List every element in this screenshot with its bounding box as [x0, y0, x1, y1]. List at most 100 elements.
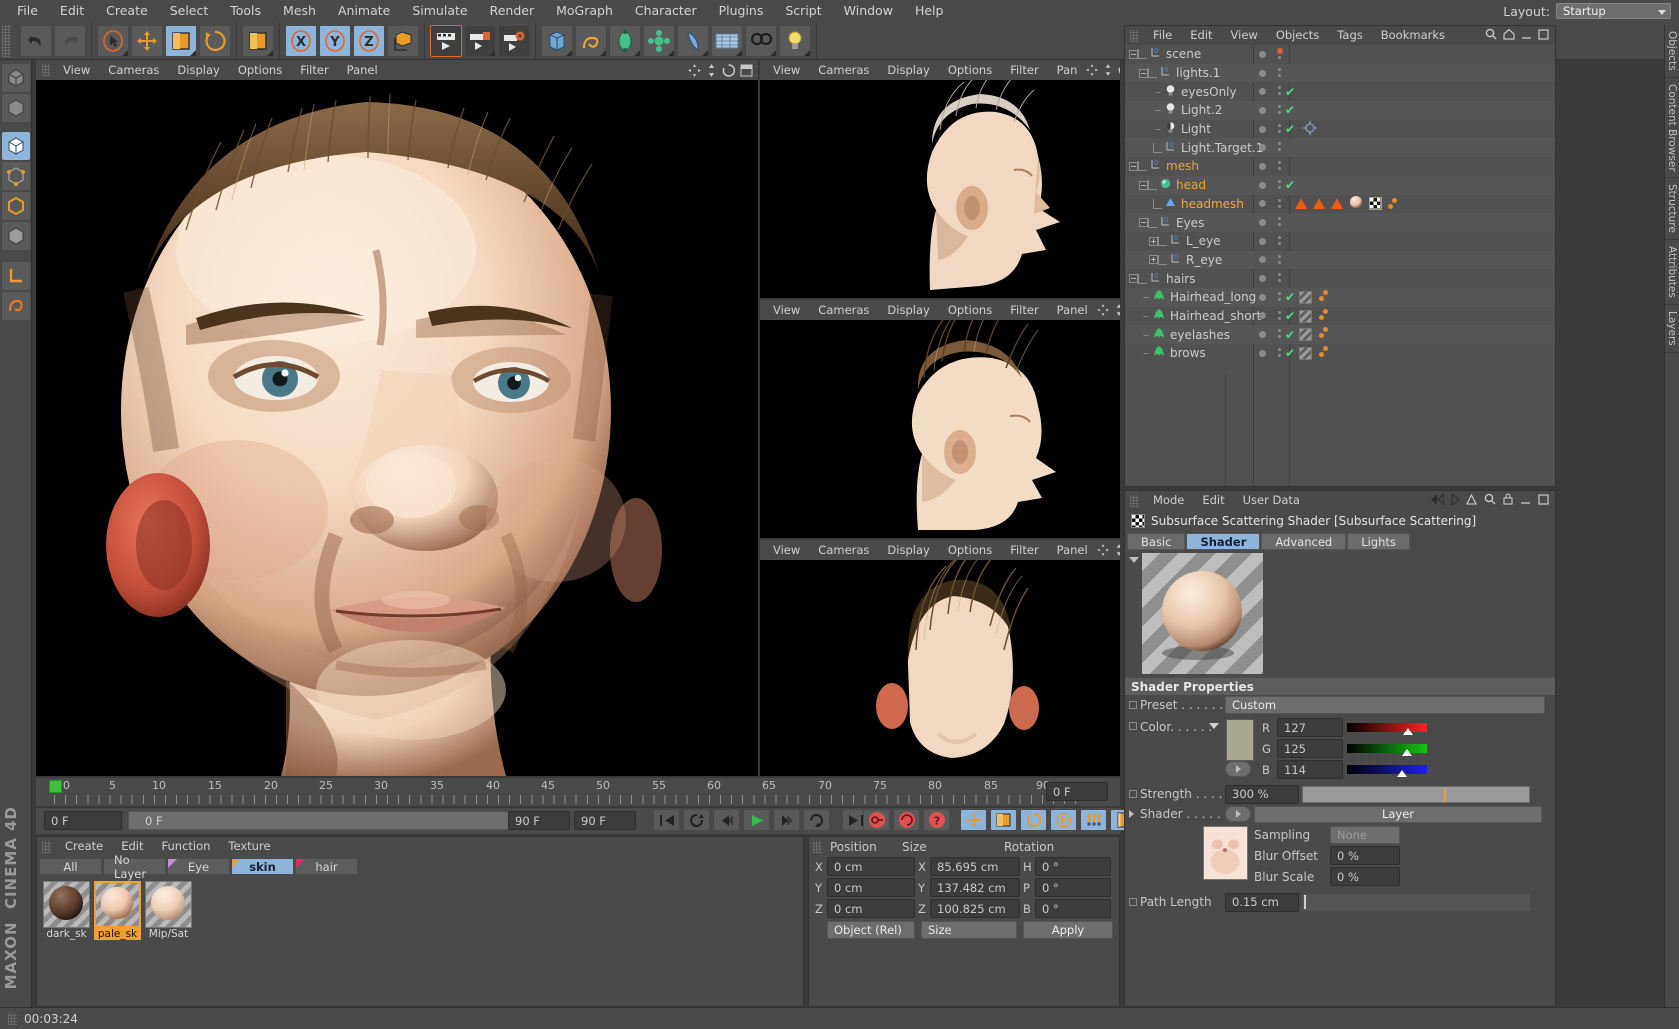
shader-menu-button[interactable]	[1225, 806, 1251, 822]
enabled-check-icon[interactable]: ✔	[1285, 103, 1295, 117]
rotate-view-icon[interactable]	[722, 64, 735, 77]
menu-file[interactable]: File	[6, 0, 49, 22]
visibility-editor-dot[interactable]	[1259, 126, 1266, 133]
blur-offset-field[interactable]: 0 %	[1330, 846, 1400, 865]
coordinate-manager-grip[interactable]	[813, 841, 822, 853]
render-region-button[interactable]	[464, 25, 496, 57]
hair-material-tag-icon[interactable]	[1299, 328, 1312, 341]
enabled-check-icon[interactable]: ✔	[1285, 178, 1295, 192]
expand-toggle-icon[interactable]: −	[1129, 50, 1138, 59]
tab-lights[interactable]: Lights	[1347, 533, 1410, 550]
vtab-attributes[interactable]: Attributes	[1665, 240, 1679, 305]
menu-create[interactable]: Create	[95, 0, 159, 22]
color-b-slider[interactable]	[1347, 765, 1427, 774]
visibility-render-dot[interactable]	[1277, 48, 1283, 54]
vp4-menu-panel[interactable]: Panel	[1048, 540, 1097, 560]
vp3-menu-filter[interactable]: Filter	[1001, 300, 1047, 320]
lock-x-axis-button[interactable]: X	[285, 25, 317, 57]
material-item-mip-sat[interactable]: Mip/Sat	[145, 881, 192, 940]
key-parameter-button[interactable]: P	[1050, 809, 1077, 831]
dolly-icon[interactable]	[1103, 64, 1113, 76]
visibility-editor-dot[interactable]	[1259, 144, 1266, 151]
rotate-view-icon[interactable]	[1118, 64, 1120, 76]
strength-field[interactable]: 300 %	[1225, 785, 1299, 804]
viewport-right-canvas[interactable]	[760, 80, 1120, 298]
color-expand-icon[interactable]	[1209, 723, 1219, 729]
coord-size-z-field[interactable]: 100.825 cm	[930, 899, 1020, 918]
search-icon[interactable]	[1484, 493, 1496, 508]
selection-tag-icon[interactable]	[1331, 198, 1343, 209]
visibility-render-dot[interactable]	[1278, 180, 1281, 183]
visibility-editor-dot[interactable]	[1259, 312, 1266, 319]
visibility-render-dot[interactable]	[1278, 329, 1281, 332]
hair-material-tag-icon[interactable]	[1299, 347, 1312, 360]
strength-slider[interactable]	[1302, 786, 1530, 803]
visibility-render-dot[interactable]	[1278, 255, 1281, 258]
pan-icon[interactable]	[688, 64, 701, 77]
add-nurbs-button[interactable]	[609, 25, 641, 57]
add-deformer-button[interactable]	[677, 25, 709, 57]
sampling-dropdown[interactable]: None	[1330, 826, 1400, 844]
menu-animate[interactable]: Animate	[327, 0, 401, 22]
om-menu-tags[interactable]: Tags	[1328, 26, 1371, 45]
vp1-menu-view[interactable]: View	[54, 60, 99, 80]
vp3-menu-options[interactable]: Options	[939, 300, 1001, 320]
object-manager-grip[interactable]	[1130, 30, 1139, 42]
frame-range-slider[interactable]: 0 F	[128, 811, 558, 830]
visibility-editor-dot[interactable]	[1259, 256, 1266, 263]
shader-expand-icon[interactable]	[1129, 810, 1134, 818]
object-row-head[interactable]: − head ✔	[1125, 176, 1555, 195]
close-icon[interactable]	[1538, 29, 1549, 43]
status-bar-grip[interactable]	[8, 1013, 17, 1025]
coord-position-y-field[interactable]: 0 cm	[827, 878, 915, 897]
object-manager-tree[interactable]: − 0 scene − 0 lights.1 –	[1125, 45, 1555, 486]
object-row-eyelashes[interactable]: – eyelashes ✔	[1125, 325, 1555, 344]
om-menu-objects[interactable]: Objects	[1267, 26, 1328, 45]
shader-texture-thumbnail[interactable]	[1203, 826, 1248, 880]
preset-animate-toggle[interactable]	[1129, 701, 1137, 709]
selection-tag-icon[interactable]	[1313, 198, 1325, 209]
coord-size-x-field[interactable]: 85.695 cm	[930, 857, 1020, 876]
hair-material-tag-icon[interactable]	[1299, 291, 1312, 304]
object-row-brows[interactable]: – brows ✔	[1125, 344, 1555, 363]
dolly-icon[interactable]	[1114, 304, 1120, 316]
visibility-render-dot[interactable]	[1278, 292, 1281, 295]
object-row-eyes[interactable]: − 0 Eyes	[1125, 213, 1555, 232]
key-scale-button[interactable]	[990, 809, 1017, 831]
visibility-editor-dot[interactable]	[1259, 331, 1266, 338]
viewport-front[interactable]: View Cameras Display Options Filter Pane…	[760, 300, 1120, 538]
object-row-scene[interactable]: − 0 scene	[1125, 45, 1555, 64]
color-b-slider-knob[interactable]	[1397, 770, 1407, 777]
lock-z-axis-button[interactable]: Z	[353, 25, 385, 57]
coord-apply-button[interactable]: Apply	[1023, 921, 1113, 939]
visibility-editor-dot[interactable]	[1259, 70, 1266, 77]
attribute-manager-grip[interactable]	[1130, 495, 1139, 507]
expand-toggle-icon[interactable]: −	[1139, 218, 1148, 227]
menu-tools[interactable]: Tools	[219, 0, 272, 22]
visibility-render-dot-2[interactable]	[1278, 167, 1281, 170]
visibility-render-dot[interactable]	[1278, 236, 1281, 239]
layer-chip-eye[interactable]: Eye	[167, 858, 230, 875]
preview-end-field[interactable]: 90 F	[574, 811, 636, 830]
vp3-menu-view[interactable]: View	[764, 300, 809, 320]
object-row-l-eye[interactable]: + 0 L_eye	[1125, 232, 1555, 251]
nav-forward-icon[interactable]	[1451, 494, 1459, 508]
visibility-editor-dot[interactable]	[1259, 219, 1266, 226]
add-environment-button[interactable]	[711, 25, 743, 57]
render-settings-button[interactable]	[498, 25, 530, 57]
hair-tag-icon[interactable]	[1319, 327, 1328, 338]
om-menu-bookmarks[interactable]: Bookmarks	[1372, 26, 1454, 45]
vp1-menu-cameras[interactable]: Cameras	[99, 60, 168, 80]
menu-script[interactable]: Script	[774, 0, 832, 22]
coord-size-dropdown[interactable]: Size	[921, 921, 1017, 939]
material-item-dark-sk[interactable]: dark_sk	[43, 881, 90, 940]
visibility-render-dot-2[interactable]	[1278, 354, 1281, 357]
world-object-coordinates-button[interactable]	[387, 25, 419, 57]
vp2-menu-filter[interactable]: Filter	[1001, 60, 1047, 80]
keyframe-selection-button[interactable]: ?	[923, 809, 950, 831]
expand-toggle-icon[interactable]: −	[1139, 69, 1148, 78]
material-menu-texture[interactable]: Texture	[219, 837, 279, 856]
vp2-menu-cameras[interactable]: Cameras	[809, 60, 878, 80]
visibility-editor-dot[interactable]	[1259, 51, 1266, 58]
hair-tag-icon[interactable]	[1319, 346, 1328, 357]
